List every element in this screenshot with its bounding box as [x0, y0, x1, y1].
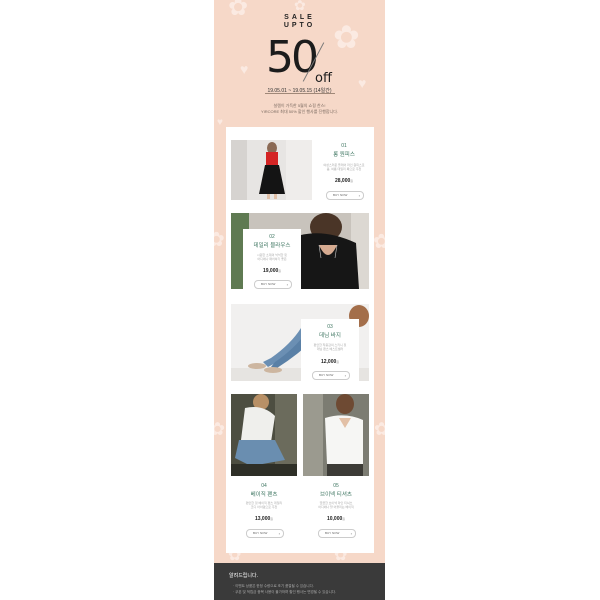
product-title: 베이직 팬츠	[250, 492, 278, 498]
product-price: 19,000원	[262, 268, 282, 274]
product-title: 브이넥 티셔츠	[320, 492, 352, 498]
chevron-right-icon: ›	[344, 373, 346, 378]
discount-number: 50	[266, 32, 319, 83]
heart-decoration-icon: ♥	[240, 61, 249, 77]
product-price: 12,000원	[320, 359, 340, 365]
product-price: 28,000원	[334, 178, 354, 184]
upto-heading: UPTO	[283, 22, 316, 29]
product-card-4: 04 베이직 팬츠 편안한 핏 베이직 팬츠 데일리 코디 아이템으로 추천 1…	[231, 480, 297, 540]
discount-off-label: off	[315, 71, 332, 86]
notice-title: 알려드립니다.	[229, 573, 258, 579]
chevron-right-icon: ›	[358, 193, 360, 198]
notice-footer: 알려드립니다. · 이벤트 상품은 한정 수량으로 조기 품절될 수 있습니다.…	[214, 563, 385, 600]
product-title: 데일리 블라우스	[253, 243, 291, 249]
notice-line1: · 이벤트 상품은 한정 수량으로 조기 품절될 수 있습니다.	[233, 584, 314, 588]
product-image-tshirt[interactable]	[303, 394, 369, 476]
notice-line2: · 쿠폰 및 적립금 중복 사용이 불가하며 할인 행사는 변경될 수 있습니다…	[233, 590, 336, 594]
flower-decoration-icon: ✿	[374, 419, 385, 439]
buy-now-button[interactable]: BUY NOW ›	[254, 280, 292, 289]
dress-photo-illustration	[231, 140, 312, 200]
buy-now-button[interactable]: BUY NOW ›	[326, 191, 364, 200]
product-panel: 01 롱 원피스 여성스러운 플레어 라인 원피스로 봄, 여름 데일리 룩으로…	[226, 127, 374, 553]
product-title: 데님 바지	[319, 333, 341, 339]
product-desc-line2: 어디에나 매치하기 좋은	[257, 257, 287, 261]
product-price: 10,000원	[326, 516, 346, 522]
product-desc-line2: 코디 아이템으로 추천	[250, 505, 278, 509]
product-number: 05	[333, 483, 339, 489]
product-image-dress[interactable]	[231, 140, 312, 200]
heart-decoration-icon: ♥	[217, 117, 223, 128]
chevron-right-icon: ›	[286, 282, 288, 287]
product-card-5: 05 브이넥 티셔츠 깔끔한 브이넥 라인 티셔츠 어디에나 잘 어울리는 베이…	[303, 480, 369, 540]
product-card-3: 03 데님 바지 편안한 착용감의 스키니 핏 데님 팬츠 베스트셀러 12,0…	[301, 319, 359, 381]
product-desc-line2: 데님 팬츠 베스트셀러	[316, 347, 344, 351]
product-number: 01	[341, 143, 347, 149]
buy-now-button[interactable]: BUY NOW ›	[246, 529, 284, 538]
buy-now-button[interactable]: BUY NOW ›	[318, 529, 356, 538]
product-number: 04	[261, 483, 267, 489]
date-underline	[265, 93, 335, 94]
event-description-line2: YIRCORE 최대 50% 할인 행사를 진행합니다.	[260, 109, 339, 114]
product-number: 02	[269, 234, 275, 240]
flower-decoration-icon: ✿	[214, 229, 225, 251]
product-number: 03	[327, 324, 333, 330]
product-image-pants[interactable]	[231, 394, 297, 476]
product-title: 롱 원피스	[333, 152, 355, 158]
product-price: 13,000원	[254, 516, 274, 522]
product-card-2: 02 데일리 블라우스 시원한 소재의 넉넉한 핏 어디에나 매치하기 좋은 1…	[243, 229, 301, 289]
tshirt-photo-illustration	[303, 394, 369, 476]
flower-decoration-icon: ✿	[373, 231, 385, 253]
sale-heading: SALE	[284, 14, 315, 21]
flower-decoration-icon: ✿	[294, 0, 306, 13]
pants-photo-illustration	[231, 394, 297, 476]
buy-now-button[interactable]: BUY NOW ›	[312, 371, 350, 380]
flower-decoration-icon: ✿	[214, 419, 226, 439]
product-desc-line2: 봄, 여름 데일리 룩으로 추천	[326, 167, 362, 171]
product-card-1: 01 롱 원피스 여성스러운 플레어 라인 원피스로 봄, 여름 데일리 룩으로…	[314, 140, 374, 200]
promo-banner: ✿ ✿ ✿ ♥ ♥ ♥ ✿ ✿ ✿ ✿ ✿ ✿ SALE UPTO 50 off…	[214, 0, 385, 600]
chevron-right-icon: ›	[350, 531, 352, 536]
product-desc-line2: 어디에나 잘 어울리는 베이직	[318, 505, 354, 509]
chevron-right-icon: ›	[278, 531, 280, 536]
